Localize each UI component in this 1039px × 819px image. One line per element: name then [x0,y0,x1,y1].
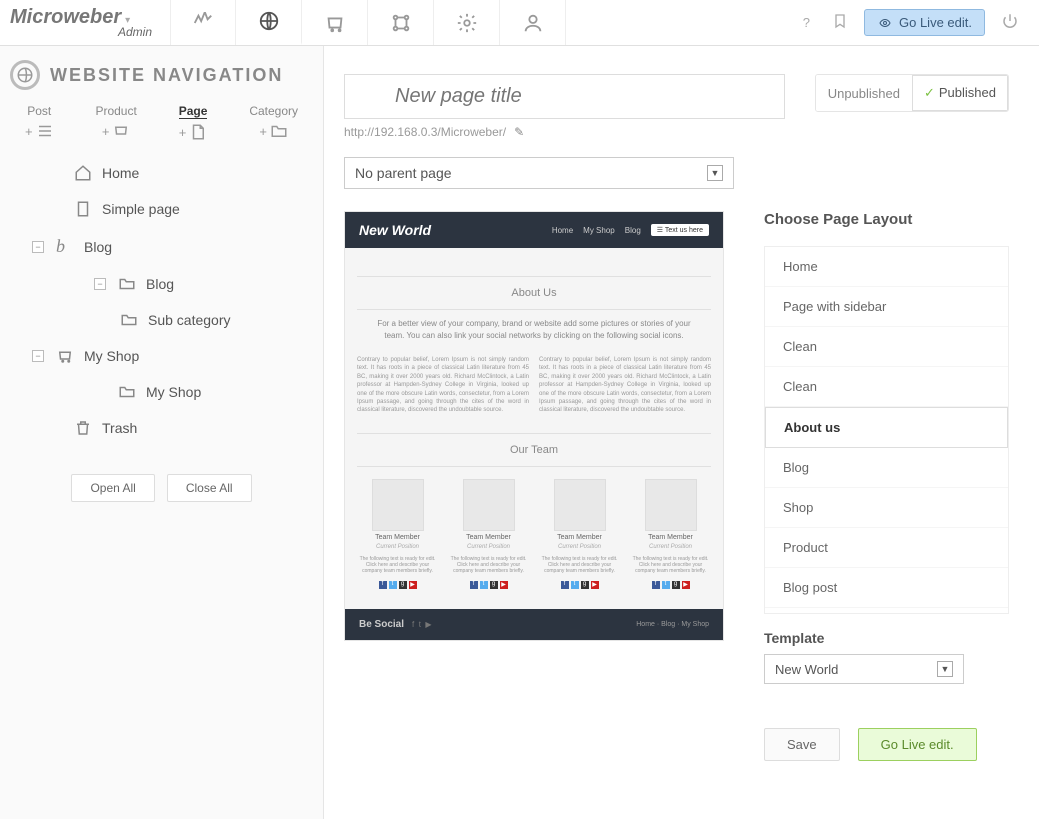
parent-page-select[interactable]: No parent page ▼ [344,157,734,189]
preview-col1: Contrary to popular belief, Lorem Ipsum … [357,356,529,415]
preview-foot-nav: Home · Blog · My Shop [636,621,709,628]
edit-url-icon[interactable]: ✎ [514,125,524,139]
page-icon [74,200,92,218]
preview-header-btn: ☰ Text us here [651,224,709,236]
layout-option[interactable]: Clean [765,327,1008,367]
nav-dashboard[interactable] [170,0,236,45]
published-button[interactable]: ✓Published [912,75,1008,111]
layout-option[interactable]: Blog post [765,568,1008,608]
preview-member: Team MemberCurrent PositionThe following… [357,479,438,589]
layout-option[interactable]: Page with sidebar [765,287,1008,327]
preview-about-title: About Us [357,287,711,299]
globe-icon [10,60,40,90]
chevron-down-icon: ▼ [937,661,953,677]
folder-icon [118,275,136,293]
topnav [170,0,797,45]
sidebar-actions: Open All Close All [10,474,313,502]
tree-blog[interactable]: −bBlog [10,227,313,266]
preview-nav: HomeMy ShopBlog [552,226,641,235]
nav-website[interactable] [236,0,302,45]
go-live-button-top[interactable]: Go Live edit. [864,9,985,36]
layout-option[interactable]: Blog [765,448,1008,488]
layout-option[interactable]: Clean [765,367,1008,407]
page-title-input[interactable] [344,74,785,119]
publish-toggle: Unpublished ✓Published [815,74,1009,112]
add-product[interactable]: Product+ [95,104,136,141]
nav-users[interactable] [500,0,566,45]
preview-team-title: Our Team [357,444,711,456]
folder-icon [120,311,138,329]
preview-site-name: New World [359,222,431,238]
layout-option[interactable]: Home [765,247,1008,287]
check-icon: ✓ [924,85,935,100]
brand-sub: Admin [10,25,160,39]
chevron-down-icon: ▼ [707,165,723,181]
unpublished-button[interactable]: Unpublished [816,75,912,111]
sidebar-title: WEBSITE NAVIGATION [10,60,313,90]
layout-option[interactable]: About us [765,407,1008,448]
folder-icon [270,122,288,140]
add-page[interactable]: Page+ [179,104,208,141]
template-label: Template [764,630,1009,646]
page-url: http://192.168.0.3/Microweber/ [344,125,506,139]
open-all-button[interactable]: Open All [71,474,154,502]
save-button[interactable]: Save [764,728,840,761]
page-icon [189,123,207,141]
preview-member: Team MemberCurrent PositionThe following… [539,479,620,589]
collapse-icon[interactable]: − [32,350,44,362]
preview-besocial: Be Social [359,619,404,630]
nav-tree: Home Simple page −bBlog −Blog Sub catego… [10,155,313,446]
tree-shop[interactable]: −My Shop [10,338,313,374]
choose-layout-title: Choose Page Layout [764,211,1009,228]
url-row: http://192.168.0.3/Microweber/ ✎ [344,125,785,139]
sidebar: WEBSITE NAVIGATION Post+ Product+ Page+ … [0,46,324,819]
layout-option[interactable]: Shop [765,488,1008,528]
help-icon[interactable]: ? [797,9,816,36]
main: http://192.168.0.3/Microweber/ ✎ Unpubli… [324,46,1039,819]
preview-col2: Contrary to popular belief, Lorem Ipsum … [539,356,711,415]
preview-member: Team MemberCurrent PositionThe following… [630,479,711,589]
template-select[interactable]: New World ▼ [764,654,964,684]
add-category[interactable]: Category+ [249,104,298,141]
cart-icon [112,122,130,140]
trash-icon [74,419,92,437]
home-icon [74,164,92,182]
add-post[interactable]: Post+ [25,104,54,141]
layout-list[interactable]: HomePage with sidebarCleanCleanAbout usB… [764,246,1009,614]
preview-intro: For a better view of your company, brand… [377,318,691,342]
nav-settings[interactable] [434,0,500,45]
power-icon[interactable] [995,6,1025,39]
layout-option[interactable]: Contact Us [765,608,1008,614]
collapse-icon[interactable]: − [32,241,44,253]
add-row: Post+ Product+ Page+ Category+ [10,104,313,141]
topright: ? Go Live edit. [797,0,1039,45]
close-all-button[interactable]: Close All [167,474,252,502]
tree-trash[interactable]: Trash [10,410,313,446]
collapse-icon[interactable]: − [94,278,106,290]
bookmark-icon[interactable] [826,7,854,38]
go-live-button[interactable]: Go Live edit. [858,728,977,761]
nav-modules[interactable] [368,0,434,45]
layout-preview: New World HomeMy ShopBlog ☰ Text us here… [344,211,724,641]
cart-icon [56,347,74,365]
tree-simple[interactable]: Simple page [10,191,313,227]
tree-home[interactable]: Home [10,155,313,191]
eye-icon [877,17,893,29]
layout-option[interactable]: Product [765,528,1008,568]
tree-shop-child[interactable]: My Shop [10,374,313,410]
brand[interactable]: Microweber▾ Admin [0,0,170,45]
preview-member: Team MemberCurrent PositionThe following… [448,479,529,589]
list-icon [36,122,54,140]
blog-icon: b [56,236,74,257]
tree-subcat[interactable]: Sub category [10,302,313,338]
nav-shop[interactable] [302,0,368,45]
folder-icon [118,383,136,401]
tree-blog-child[interactable]: −Blog [10,266,313,302]
topbar: Microweber▾ Admin ? Go Live edit. [0,0,1039,46]
